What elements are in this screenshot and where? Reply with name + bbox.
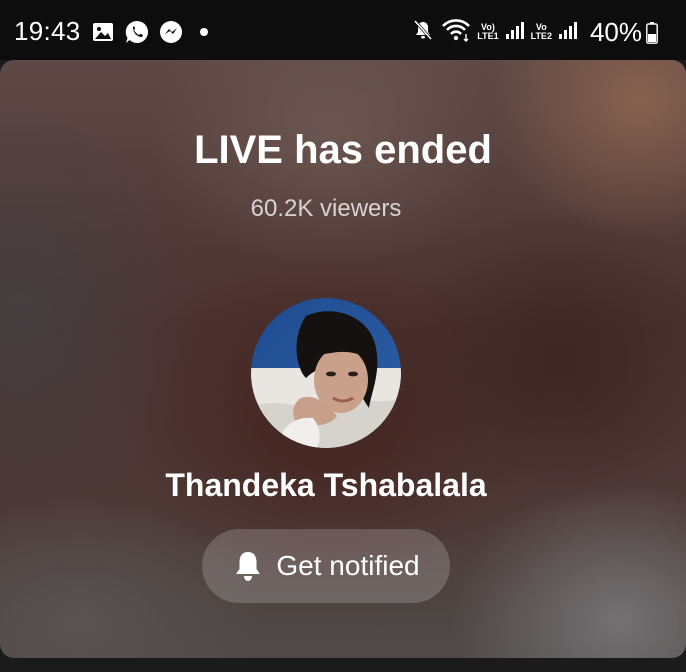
sim2-label: Vo LTE2 — [531, 23, 552, 41]
get-notified-label: Get notified — [276, 550, 420, 581]
status-bar: 19:43 Vo) LTE1 Vo LTE2 40% — [0, 0, 686, 60]
notification-dot — [200, 28, 208, 36]
messenger-icon — [158, 19, 184, 45]
bell-icon — [232, 550, 264, 582]
live-ended-title: LIVE has ended — [194, 128, 492, 172]
status-time: 19:43 — [14, 16, 81, 46]
get-notified-button[interactable]: Get notified — [202, 529, 450, 603]
signal-icon-2 — [558, 20, 578, 45]
avatar[interactable] — [251, 298, 401, 448]
sim1-label: Vo) LTE1 — [477, 23, 498, 41]
signal-icon-1 — [505, 20, 525, 45]
status-system-icons: Vo) LTE1 Vo LTE2 40% — [411, 17, 642, 47]
battery-icon — [646, 22, 658, 44]
live-ended-screen: LIVE has ended 60.2K viewers Thandeka Ts… — [0, 60, 686, 658]
sim1-label-bottom: LTE1 — [477, 31, 499, 41]
gallery-icon — [90, 19, 116, 45]
sim2-label-bottom: LTE2 — [530, 31, 552, 41]
battery-percentage: 40% — [589, 17, 642, 47]
wifi-icon — [441, 17, 471, 48]
username[interactable]: Thandeka Tshabalala — [0, 466, 652, 504]
viewer-count: 60.2K viewers — [250, 195, 402, 222]
status-notification-icons — [90, 18, 208, 46]
whatsapp-icon — [124, 19, 150, 45]
mute-icon — [411, 18, 435, 47]
